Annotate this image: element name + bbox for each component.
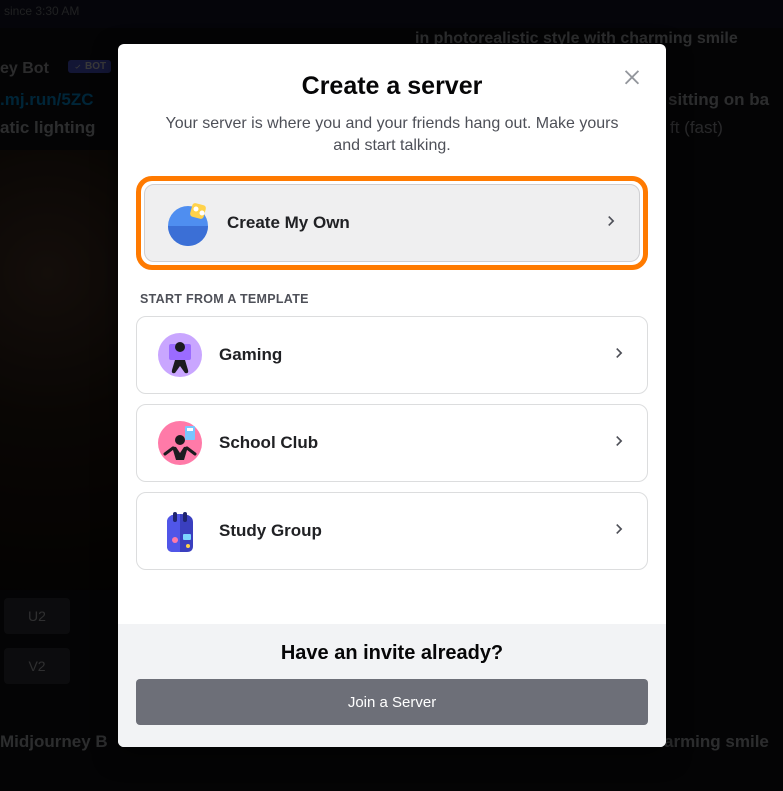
create-my-own-option[interactable]: Create My Own (144, 184, 640, 262)
modal-title: Create a server (142, 72, 642, 101)
template-option-school-club[interactable]: School Club (136, 404, 648, 482)
option-label: School Club (219, 433, 595, 453)
chevron-right-icon (609, 519, 629, 544)
modal-body: Create My Own START FROM A TEMPLATE Gami (118, 156, 666, 624)
option-label: Gaming (219, 345, 595, 365)
create-server-modal: Create a server Your server is where you… (118, 44, 666, 747)
create-my-own-highlight: Create My Own (136, 176, 648, 270)
gaming-icon (155, 330, 205, 380)
chevron-right-icon (601, 211, 621, 236)
template-section-label: START FROM A TEMPLATE (140, 292, 648, 306)
template-list: Gaming School Clu (136, 316, 648, 570)
create-my-own-icon (163, 198, 213, 248)
chevron-right-icon (609, 431, 629, 456)
modal-subtitle: Your server is where you and your friend… (142, 113, 642, 156)
option-label: Study Group (219, 521, 595, 541)
close-icon (621, 65, 643, 87)
footer-title: Have an invite already? (281, 642, 503, 665)
study-group-icon (155, 506, 205, 556)
template-option-study-group[interactable]: Study Group (136, 492, 648, 570)
school-club-icon (155, 418, 205, 468)
template-option-gaming[interactable]: Gaming (136, 316, 648, 394)
modal-footer: Have an invite already? Join a Server (118, 624, 666, 747)
join-server-button[interactable]: Join a Server (136, 679, 648, 725)
modal-header: Create a server Your server is where you… (118, 44, 666, 156)
close-button[interactable] (618, 62, 646, 90)
chevron-right-icon (609, 343, 629, 368)
option-label: Create My Own (227, 213, 587, 233)
